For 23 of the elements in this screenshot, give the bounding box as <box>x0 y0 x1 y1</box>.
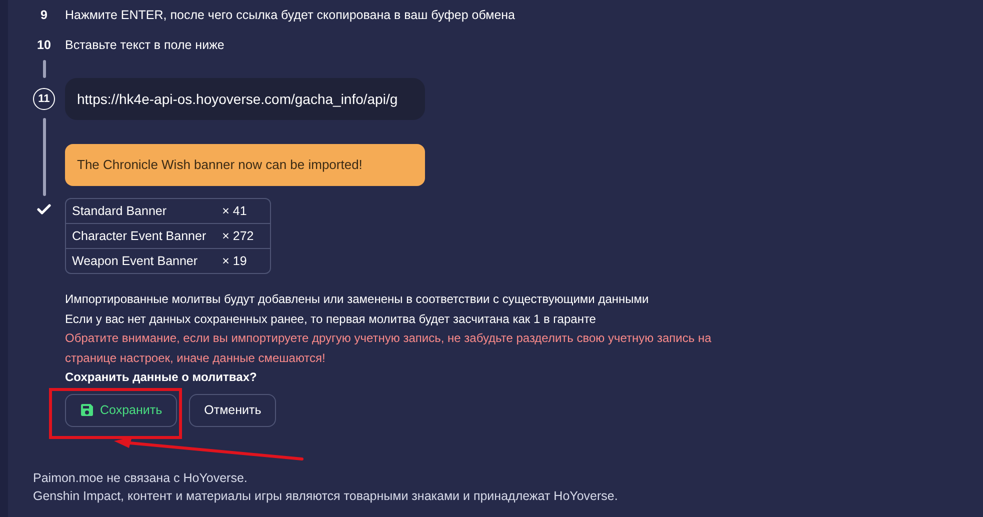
table-cell: Weapon Event Banner <box>66 248 216 273</box>
cancel-button[interactable]: Отменить <box>189 394 276 426</box>
step-text: Нажмите ENTER, после чего ссылка будет скопирована в ваш буфер обмена <box>65 8 515 22</box>
table-cell-text: × 41 <box>221 203 248 220</box>
info-text: Импортированные молитвы будут добавлены или заменены в соответствии с существующими данными <box>65 291 650 308</box>
step-number: 11 <box>33 88 55 110</box>
step-number: 9 <box>40 8 48 22</box>
save-button[interactable]: Сохранить <box>65 394 178 426</box>
footer-text: Genshin Impact, контент и материалы игры являются товарными знаками и принадлежат HoYoverse. <box>33 488 619 504</box>
table-cell: Character Event Banner <box>66 223 216 248</box>
url-field[interactable]: https://hk4e-api-os.hoyoverse.com/gacha_info/api/g <box>65 78 425 120</box>
step-number: 10 <box>36 38 52 52</box>
table-cell-text: Standard Banner <box>71 203 168 220</box>
warning-text: Обратите внимание, если вы импортируете другую учетную запись, не забудьте разделить свою учетную запись на странице настроек, иначе данные смешаются! <box>65 330 712 366</box>
question-text: Сохранить данные о молитвах? <box>65 369 258 386</box>
info-text: Если у вас нет данных сохраненных ранее, то первая молитва будет засчитана как 1 в гаранте <box>65 310 597 328</box>
table-cell: × 272 <box>216 223 270 248</box>
step-text: Вставьте текст в поле ниже <box>65 38 224 52</box>
notice-banner: The Chronicle Wish banner now can be imported! <box>65 144 425 186</box>
footer-text: Paimon.moe не связана с HoYoverse. <box>33 470 248 486</box>
check-icon <box>37 204 51 215</box>
table-cell: × 19 <box>216 248 270 273</box>
floppy-icon <box>80 403 94 417</box>
